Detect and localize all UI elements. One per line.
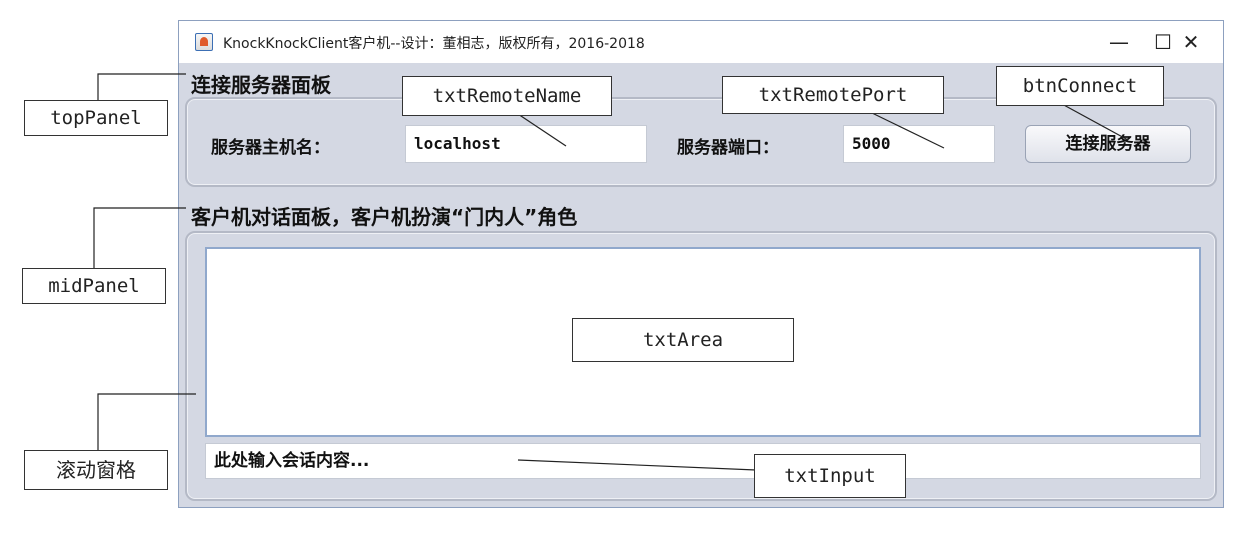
top-panel-caption: 连接服务器面板 [191, 73, 331, 97]
host-label: 服务器主机名： [211, 138, 330, 158]
mid-panel-caption: 客户机对话面板，客户机扮演“门内人”角色 [191, 205, 578, 229]
port-input[interactable]: 5000 [843, 125, 995, 163]
annotation-btn-connect: btnConnect [996, 66, 1164, 106]
annotation-scroll-pane: 滚动窗格 [24, 450, 168, 490]
host-input[interactable]: localhost [405, 125, 647, 163]
minimize-icon[interactable]: — [1097, 27, 1141, 57]
annotation-top-panel: topPanel [24, 100, 168, 136]
annotation-mid-panel: midPanel [22, 268, 166, 304]
window-title: KnockKnockClient客户机--设计：董相志，版权所有，2016-20… [223, 36, 645, 52]
chat-input[interactable]: 此处输入会话内容... [205, 443, 1201, 479]
annotation-txt-area: txtArea [572, 318, 794, 362]
java-app-icon [195, 33, 213, 51]
mid-panel-connector [93, 207, 186, 268]
top-panel-connector [97, 73, 186, 102]
close-icon[interactable]: ✕ [1169, 27, 1213, 57]
annotation-txt-remote-port: txtRemotePort [722, 76, 944, 114]
connect-button[interactable]: 连接服务器 [1025, 125, 1191, 163]
title-bar: KnockKnockClient客户机--设计：董相志，版权所有，2016-20… [179, 21, 1223, 63]
port-label: 服务器端口： [677, 138, 779, 158]
annotation-txt-remote-name: txtRemoteName [402, 76, 612, 116]
annotation-txt-input: txtInput [754, 454, 906, 498]
